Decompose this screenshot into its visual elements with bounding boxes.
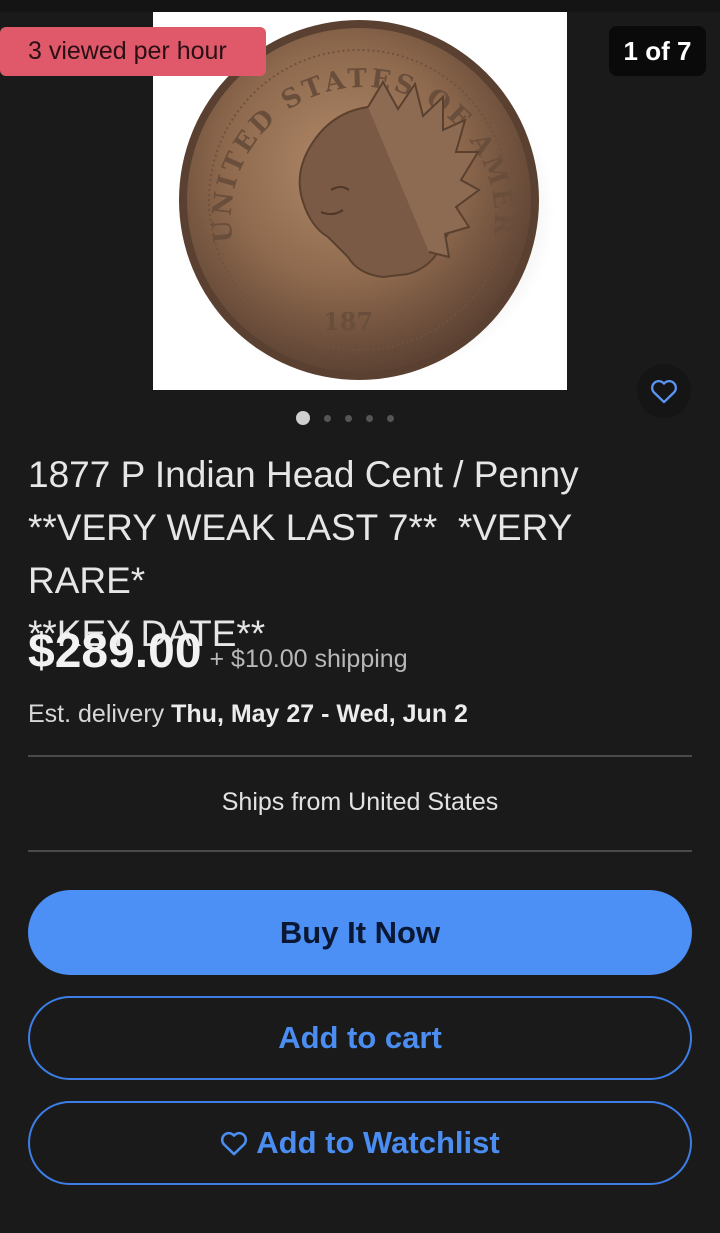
gallery-dot[interactable] <box>324 414 331 422</box>
add-to-watchlist-label: Add to Watchlist <box>256 1125 500 1160</box>
estimated-delivery: Est. delivery Thu, May 27 - Wed, Jun 2 <box>28 700 468 729</box>
price-row: $289.00 + $10.00 shipping <box>28 624 408 679</box>
status-strip <box>0 0 720 12</box>
heart-outline-icon <box>651 379 677 404</box>
divider <box>28 755 692 757</box>
gallery-dot[interactable] <box>387 414 394 422</box>
gallery-dot[interactable] <box>366 414 373 422</box>
image-counter: 1 of 7 <box>609 26 706 76</box>
divider <box>28 850 692 852</box>
shipping-cost: + $10.00 shipping <box>209 645 408 673</box>
add-to-cart-label: Add to cart <box>278 1020 442 1055</box>
heart-outline-icon <box>220 1130 248 1156</box>
gallery-pagination[interactable] <box>296 411 394 425</box>
add-to-watchlist-button[interactable]: Add to Watchlist <box>28 1101 692 1185</box>
favorite-button[interactable] <box>637 364 691 418</box>
views-per-hour-badge: 3 viewed per hour <box>0 27 266 76</box>
buy-it-now-label: Buy It Now <box>279 914 441 950</box>
ships-from: Ships from United States <box>221 788 499 816</box>
gallery-dot-active[interactable] <box>296 411 310 425</box>
add-to-cart-button[interactable]: Add to cart <box>28 996 692 1080</box>
gallery-dot[interactable] <box>345 414 352 422</box>
delivery-label: Est. delivery <box>28 700 165 728</box>
image-gallery[interactable]: UNITED STATES OF AMERICA 187 3 viewed pe… <box>0 12 720 418</box>
price: $289.00 <box>28 625 202 678</box>
coin-date: 187 <box>323 307 373 336</box>
delivery-dates: Thu, May 27 - Wed, Jun 2 <box>171 700 468 728</box>
buy-it-now-button[interactable]: Buy It Now <box>28 890 692 975</box>
